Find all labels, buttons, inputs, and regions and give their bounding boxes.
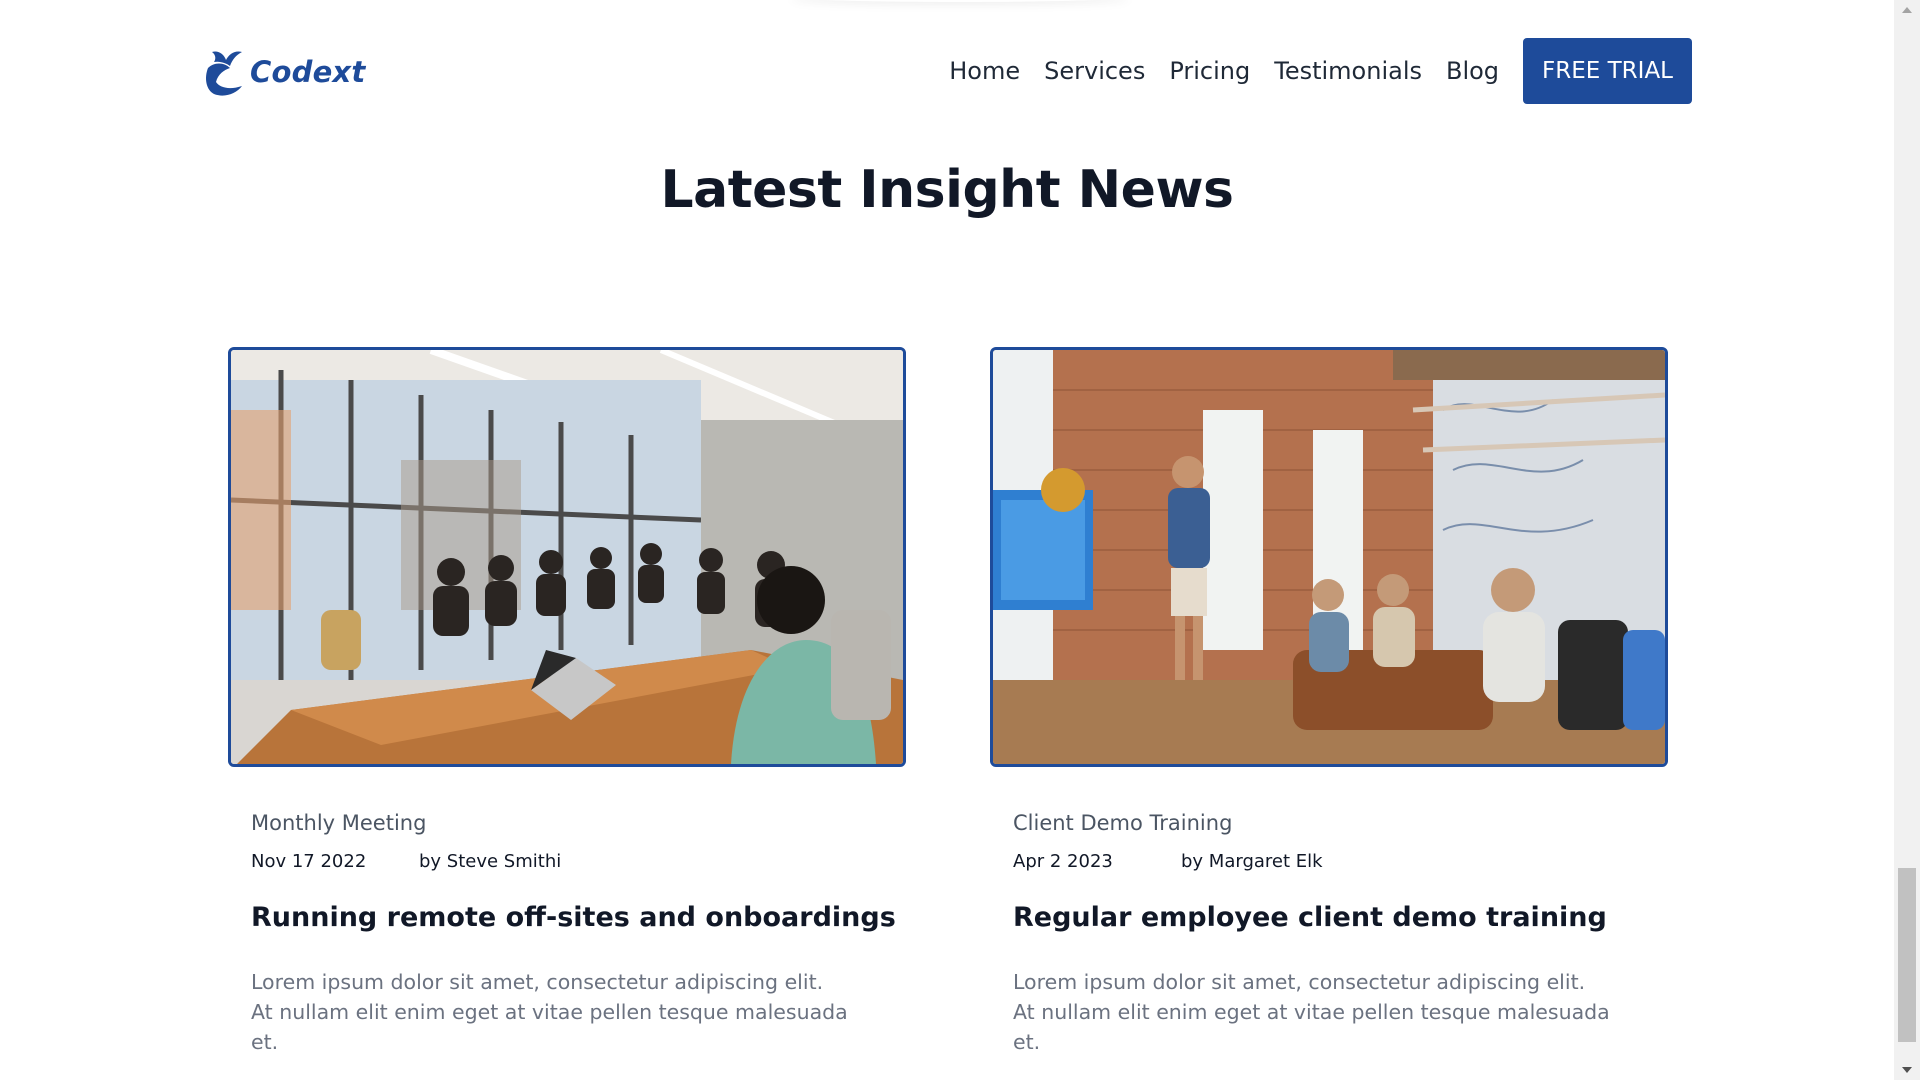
section-title: Latest Insight News [660,160,1234,220]
office-presentation-illustration [993,350,1665,764]
post-meta: Nov 17 2022 by Steve Smithi [251,851,906,872]
logo-text: Codext [250,55,366,89]
arrow-up-icon [1902,7,1912,13]
blog-card: Client Demo Training Apr 2 2023 by Marga… [990,347,1668,1080]
scrollbar-thumb[interactable] [1898,868,1916,1042]
main-nav: Home Services Pricing Testimonials Blog … [949,38,1692,104]
post-title[interactable]: Regular employee client demo training [1013,902,1668,933]
logo[interactable]: Codext [202,46,365,98]
site-header: Codext Home Services Pricing Testimonial… [0,0,1894,140]
conference-room-photo[interactable] [228,347,906,767]
nav-home[interactable]: Home [949,57,1020,85]
office-presentation-photo[interactable] [990,347,1668,767]
scroll-up-button[interactable] [1894,0,1920,20]
card-body: Monthly Meeting Nov 17 2022 by Steve Smi… [228,811,906,1080]
nav-blog[interactable]: Blog [1446,57,1499,85]
vertical-scrollbar[interactable] [1894,0,1920,1080]
nav-pricing[interactable]: Pricing [1169,57,1250,85]
page: Codext Home Services Pricing Testimonial… [0,0,1894,1080]
free-trial-button[interactable]: FREE TRIAL [1523,38,1692,104]
post-date: Nov 17 2022 [251,851,367,872]
post-excerpt: Lorem ipsum dolor sit amet, consectetur … [251,970,848,1054]
post-author: by Steve Smithi [419,851,562,872]
card-body: Client Demo Training Apr 2 2023 by Marga… [990,811,1668,1080]
logo-mark-icon [206,51,242,96]
nav-services[interactable]: Services [1044,57,1145,85]
post-category: Monthly Meeting [251,811,427,835]
arrow-down-icon [1902,1067,1912,1073]
post-excerpt: Lorem ipsum dolor sit amet, consectetur … [1013,970,1610,1054]
scroll-down-button[interactable] [1894,1060,1920,1080]
post-meta: Apr 2 2023 by Margaret Elk [1013,851,1668,872]
post-author: by Margaret Elk [1181,851,1323,872]
post-category: Client Demo Training [1013,811,1233,835]
blog-card: Monthly Meeting Nov 17 2022 by Steve Smi… [228,347,906,1080]
post-title[interactable]: Running remote off-sites and onboardings [251,902,906,933]
post-date: Apr 2 2023 [1013,851,1113,872]
nav-testimonials[interactable]: Testimonials [1274,57,1422,85]
conference-room-illustration [231,350,903,764]
